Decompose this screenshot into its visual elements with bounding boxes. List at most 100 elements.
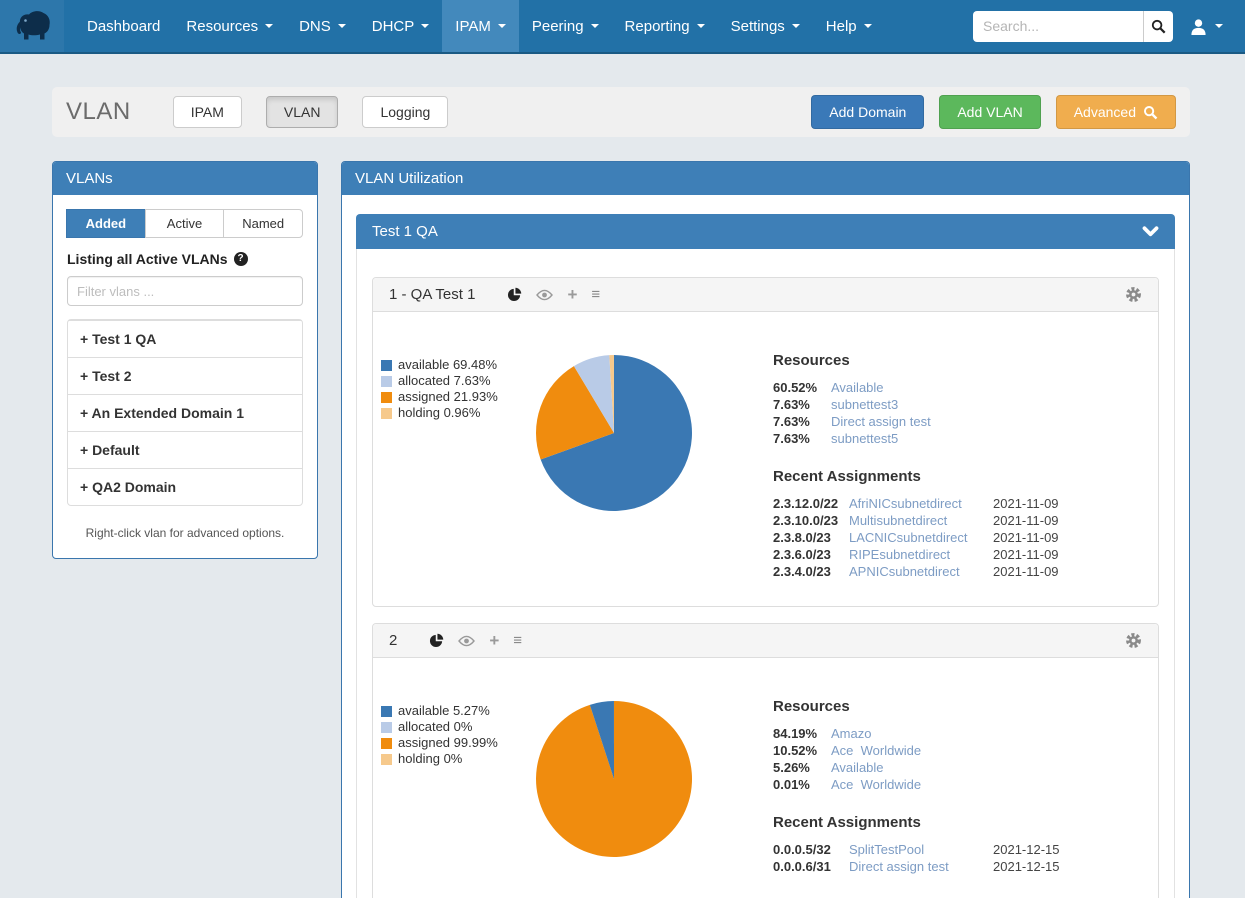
nav-item-label: Settings — [731, 18, 785, 35]
eye-icon[interactable] — [536, 289, 553, 301]
mammoth-icon — [12, 8, 52, 44]
legend-swatch — [381, 754, 392, 765]
header-actions: Add Domain Add VLAN Advanced — [811, 95, 1176, 129]
pie-chart — [533, 698, 695, 860]
assignment-cidr: 2.3.12.0/22 — [773, 495, 849, 512]
resource-link[interactable]: Ace Worldwide — [831, 776, 1069, 793]
block-toolbar: + ≡ — [507, 287, 600, 302]
domain-group-title: Test 1 QA — [372, 223, 438, 240]
pie-chart-icon[interactable] — [429, 633, 444, 648]
nav-item[interactable]: IPAM — [442, 0, 519, 52]
resource-row: 10.52% Ace Worldwide — [773, 742, 1069, 759]
vlan-utilization-panel: VLAN Utilization Test 1 QA — [341, 161, 1190, 898]
global-search — [973, 11, 1173, 42]
view-tab-button[interactable]: VLAN — [266, 96, 339, 128]
assignment-link[interactable]: Direct assign test — [849, 858, 993, 875]
assignment-date: 2021-12-15 — [993, 841, 1069, 858]
add-icon[interactable]: + — [489, 634, 499, 648]
resources-list: 60.52% Available 7.63% subnettest3 — [773, 379, 1069, 447]
assignments-heading: Recent Assignments — [773, 468, 1069, 485]
resource-percent: 7.63% — [773, 396, 831, 413]
help-icon[interactable]: ? — [234, 252, 248, 266]
nav-item-label: Reporting — [625, 18, 690, 35]
view-switcher: IPAM VLAN Logging — [173, 96, 449, 128]
caret-down-icon — [1215, 24, 1223, 28]
resource-link[interactable]: subnettest3 — [831, 396, 1069, 413]
view-tab-button[interactable]: Logging — [362, 96, 448, 128]
gear-icon[interactable] — [1125, 632, 1142, 649]
gear-icon[interactable] — [1125, 286, 1142, 303]
assignment-date: 2021-11-09 — [993, 546, 1069, 563]
legend-row: allocated 7.63% — [381, 373, 533, 389]
assignment-row: 2.3.4.0/23 APNICsubnetdirect 2021-11-09 — [773, 563, 1069, 580]
view-tab-button[interactable]: IPAM — [173, 96, 242, 128]
vlan-filter-tab[interactable]: Active — [145, 209, 225, 238]
add-icon[interactable]: + — [567, 288, 577, 302]
caret-down-icon — [864, 24, 872, 28]
resource-link[interactable]: subnettest5 — [831, 430, 1069, 447]
resource-link[interactable]: Amazo — [831, 725, 1069, 742]
resource-link[interactable]: Available — [831, 379, 1069, 396]
assignment-link[interactable]: SplitTestPool — [849, 841, 993, 858]
pie-chart-icon[interactable] — [507, 287, 522, 302]
menu-bars-icon[interactable]: ≡ — [591, 288, 600, 302]
legend-swatch — [381, 722, 392, 733]
resource-link[interactable]: Ace Worldwide — [831, 742, 1069, 759]
vlan-filter-tab[interactable]: Added — [66, 209, 146, 238]
listing-label: Listing all Active VLANs ? — [67, 251, 303, 267]
resource-row: 60.52% Available — [773, 379, 1069, 396]
assignment-link[interactable]: AfriNICsubnetdirect — [849, 495, 993, 512]
assignment-link[interactable]: LACNICsubnetdirect — [849, 529, 993, 546]
vlan-list-item[interactable]: + An Extended Domain 1 — [68, 394, 302, 431]
nav-item[interactable]: DNS — [286, 0, 359, 52]
nav-item-label: Peering — [532, 18, 584, 35]
assignment-link[interactable]: APNICsubnetdirect — [849, 563, 993, 580]
nav-item[interactable]: Settings — [718, 0, 813, 52]
assignment-row: 2.3.12.0/22 AfriNICsubnetdirect 2021-11-… — [773, 495, 1069, 512]
advanced-button[interactable]: Advanced — [1056, 95, 1176, 129]
resources-heading: Resources — [773, 698, 1069, 715]
nav-item[interactable]: DHCP — [359, 0, 443, 52]
nav-item[interactable]: Reporting — [612, 0, 718, 52]
nav-item[interactable]: Help — [813, 0, 885, 52]
legend-row: assigned 21.93% — [381, 389, 533, 405]
search-input[interactable] — [973, 11, 1143, 42]
domain-group-header[interactable]: Test 1 QA — [356, 214, 1175, 249]
legend-swatch — [381, 392, 392, 403]
assignment-link[interactable]: Multisubnetdirect — [849, 512, 993, 529]
assignments-list: 2.3.12.0/22 AfriNICsubnetdirect 2021-11-… — [773, 495, 1069, 580]
user-menu[interactable] — [1173, 18, 1237, 35]
nav-item[interactable]: Resources — [173, 0, 286, 52]
resource-row: 5.26% Available — [773, 759, 1069, 776]
assignment-date: 2021-12-15 — [993, 858, 1069, 875]
nav-item[interactable]: Dashboard — [74, 0, 173, 52]
assignment-cidr: 0.0.0.6/31 — [773, 858, 849, 875]
assignment-date: 2021-11-09 — [993, 563, 1069, 580]
user-icon — [1189, 18, 1208, 35]
vlan-list-item[interactable]: + Test 1 QA — [68, 320, 302, 357]
vlan-list-item[interactable]: + Test 2 — [68, 357, 302, 394]
provision-mammoth-logo[interactable] — [0, 0, 64, 52]
add-domain-button[interactable]: Add Domain — [811, 95, 924, 129]
add-vlan-button[interactable]: Add VLAN — [939, 95, 1040, 129]
vlan-filter-tab[interactable]: Named — [223, 209, 303, 238]
block-details: Resources 84.19% Amazo — [773, 698, 1069, 875]
assignment-link[interactable]: RIPEsubnetdirect — [849, 546, 993, 563]
resource-link[interactable]: Direct assign test — [831, 413, 1069, 430]
vlan-list-item[interactable]: + Default — [68, 431, 302, 468]
eye-icon[interactable] — [458, 635, 475, 647]
vlans-panel: VLANs Added Active Named Listing all Act… — [52, 161, 318, 559]
caret-down-icon — [591, 24, 599, 28]
menu-bars-icon[interactable]: ≡ — [513, 634, 522, 648]
resource-percent: 0.01% — [773, 776, 831, 793]
vlan-list-item[interactable]: + QA2 Domain — [68, 468, 302, 505]
caret-down-icon — [421, 24, 429, 28]
resource-link[interactable]: Available — [831, 759, 1069, 776]
nav-item[interactable]: Peering — [519, 0, 612, 52]
search-button[interactable] — [1143, 11, 1173, 42]
vlan-block-1: 1 - QA Test 1 — [372, 277, 1159, 607]
resource-percent: 7.63% — [773, 430, 831, 447]
assignment-date: 2021-11-09 — [993, 529, 1069, 546]
vlan-filter-input[interactable] — [67, 276, 303, 306]
chevron-down-icon[interactable] — [1142, 225, 1159, 238]
